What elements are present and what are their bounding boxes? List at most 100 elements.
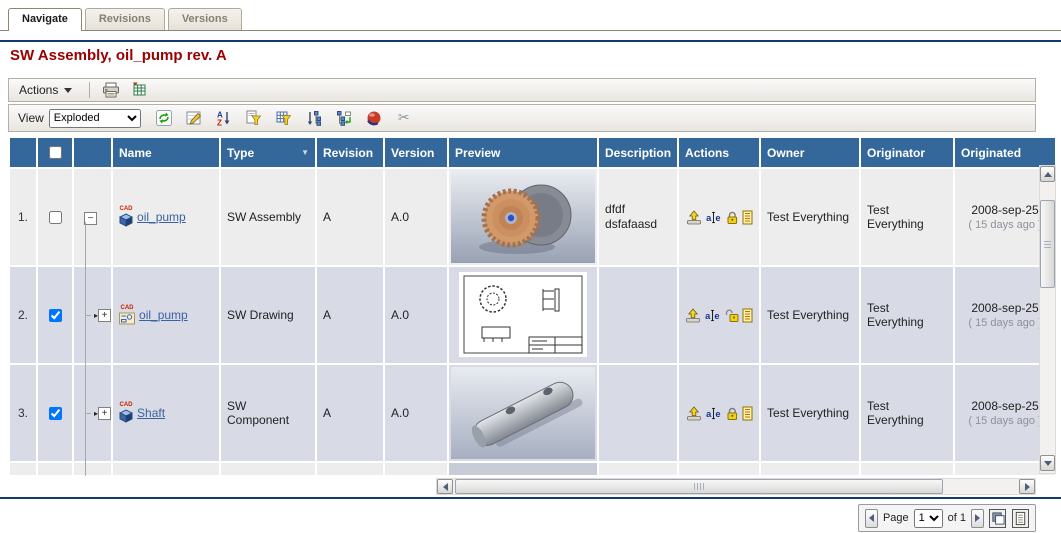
header-actions[interactable]: Actions bbox=[679, 138, 759, 167]
rename-icon[interactable]: a e bbox=[705, 407, 722, 420]
row-select-cell bbox=[38, 169, 72, 265]
revision-cell: A bbox=[317, 365, 383, 461]
filter-table-button[interactable] bbox=[273, 108, 295, 128]
filter-document-button[interactable] bbox=[243, 108, 265, 128]
checkout-icon[interactable] bbox=[686, 210, 702, 225]
page-icon bbox=[1013, 511, 1028, 526]
details-icon[interactable] bbox=[742, 210, 753, 225]
header-tree bbox=[74, 138, 111, 167]
originator-cell: Test Everything bbox=[861, 267, 953, 363]
details-icon[interactable] bbox=[742, 406, 753, 421]
svg-text:a: a bbox=[706, 213, 712, 223]
header-label: Description bbox=[605, 146, 671, 160]
pagination-bar: Page 1 of 1 bbox=[858, 504, 1036, 532]
structure-numbering-button[interactable] bbox=[333, 108, 355, 128]
preview-cell bbox=[449, 267, 597, 363]
description-cell bbox=[599, 365, 677, 461]
lock-icon[interactable] bbox=[725, 210, 739, 225]
tab-label: Revisions bbox=[99, 13, 151, 25]
svg-text:e: e bbox=[714, 311, 719, 321]
structure-numbering-icon bbox=[336, 110, 352, 126]
cad-part-icon: CAD bbox=[119, 403, 133, 423]
next-page-button[interactable] bbox=[971, 509, 984, 528]
header-revision[interactable]: Revision bbox=[317, 138, 383, 167]
header-owner[interactable]: Owner bbox=[761, 138, 859, 167]
horizontal-scroll-thumb[interactable] bbox=[455, 479, 943, 494]
top-rule bbox=[0, 40, 1061, 42]
revision-cell: A bbox=[317, 267, 383, 363]
header-description[interactable]: Description bbox=[599, 138, 677, 167]
page-label: Page bbox=[883, 512, 909, 524]
filter-document-icon bbox=[246, 110, 262, 126]
details-icon[interactable] bbox=[742, 308, 753, 323]
tree-cell: − bbox=[74, 169, 111, 265]
row-number: 1. bbox=[10, 169, 36, 265]
display-sphere-button[interactable] bbox=[363, 108, 385, 128]
vertical-scroll-thumb[interactable] bbox=[1040, 200, 1055, 288]
row-checkbox[interactable] bbox=[49, 211, 62, 224]
windows-icon bbox=[990, 511, 1005, 526]
scroll-up-button[interactable] bbox=[1040, 166, 1055, 182]
table-row: 3. ▸ + CAD Shaft SW Com bbox=[10, 365, 1055, 461]
tree-cell: ▸ + bbox=[74, 365, 111, 461]
tab-versions[interactable]: Versions bbox=[168, 8, 242, 30]
header-preview[interactable]: Preview bbox=[449, 138, 597, 167]
preview-cell bbox=[449, 169, 597, 265]
object-link[interactable]: oil_pump bbox=[139, 308, 188, 322]
actions-toolbar: Actions bbox=[8, 78, 1036, 102]
header-originated[interactable]: Originated bbox=[955, 138, 1055, 167]
rename-icon[interactable]: a e bbox=[705, 211, 722, 224]
type-cell: SW Assembly bbox=[221, 169, 315, 265]
open-new-window-button[interactable] bbox=[989, 509, 1006, 528]
export-table-button[interactable] bbox=[128, 80, 150, 100]
preview-cell bbox=[449, 365, 597, 461]
row-checkbox[interactable] bbox=[49, 309, 62, 322]
object-link[interactable]: Shaft bbox=[137, 406, 165, 420]
scroll-down-button[interactable] bbox=[1040, 455, 1055, 471]
printable-view-button[interactable] bbox=[1012, 509, 1029, 528]
header-type[interactable]: ▼Type bbox=[221, 138, 315, 167]
horizontal-scroll-track[interactable] bbox=[453, 479, 1019, 494]
tab-revisions[interactable]: Revisions bbox=[85, 8, 165, 30]
vertical-scroll-track[interactable] bbox=[1040, 182, 1055, 455]
description-cell bbox=[599, 267, 677, 363]
scroll-right-button[interactable] bbox=[1019, 479, 1035, 494]
type-cell: SW Drawing bbox=[221, 267, 315, 363]
rename-icon[interactable]: a e bbox=[704, 309, 721, 322]
header-originator[interactable]: Originator bbox=[861, 138, 953, 167]
checkout-icon[interactable] bbox=[686, 406, 702, 421]
lock-icon[interactable] bbox=[725, 406, 739, 421]
bottom-rule bbox=[0, 497, 1061, 499]
customize-tools-button[interactable]: ✂ bbox=[393, 108, 415, 128]
sort-button[interactable]: A Z bbox=[213, 108, 235, 128]
sort-structure-button[interactable] bbox=[303, 108, 325, 128]
print-button[interactable] bbox=[100, 80, 122, 100]
svg-text:a: a bbox=[706, 409, 712, 419]
checkout-icon[interactable] bbox=[685, 308, 701, 323]
preview-image bbox=[451, 171, 595, 263]
prev-page-button[interactable] bbox=[865, 509, 878, 528]
view-select[interactable]: Exploded bbox=[49, 109, 141, 128]
expand-toggle[interactable]: + bbox=[98, 407, 111, 420]
svg-text:Z: Z bbox=[217, 119, 222, 127]
actions-menu-button[interactable]: Actions bbox=[9, 83, 82, 97]
page-title: SW Assembly, oil_pump rev. A bbox=[10, 47, 227, 64]
right-arrow-icon bbox=[1025, 483, 1030, 491]
select-all-checkbox[interactable] bbox=[49, 146, 62, 159]
scroll-left-button[interactable] bbox=[437, 479, 453, 494]
object-link[interactable]: oil_pump bbox=[137, 210, 186, 224]
header-label: Actions bbox=[685, 146, 729, 160]
row-select-cell bbox=[38, 365, 72, 461]
refresh-button[interactable] bbox=[153, 108, 175, 128]
header-name[interactable]: Name bbox=[113, 138, 219, 167]
expand-toggle[interactable]: + bbox=[98, 309, 111, 322]
collapse-toggle[interactable]: − bbox=[84, 212, 97, 225]
header-label: Preview bbox=[455, 146, 500, 160]
structure-table: Name ▼Type Revision Version Preview Desc… bbox=[8, 136, 1057, 477]
header-version[interactable]: Version bbox=[385, 138, 447, 167]
page-select[interactable]: 1 bbox=[914, 509, 943, 528]
row-checkbox[interactable] bbox=[49, 407, 62, 420]
edit-table-button[interactable] bbox=[183, 108, 205, 128]
unlock-icon[interactable] bbox=[724, 308, 739, 323]
tab-navigate[interactable]: Navigate bbox=[8, 8, 82, 31]
